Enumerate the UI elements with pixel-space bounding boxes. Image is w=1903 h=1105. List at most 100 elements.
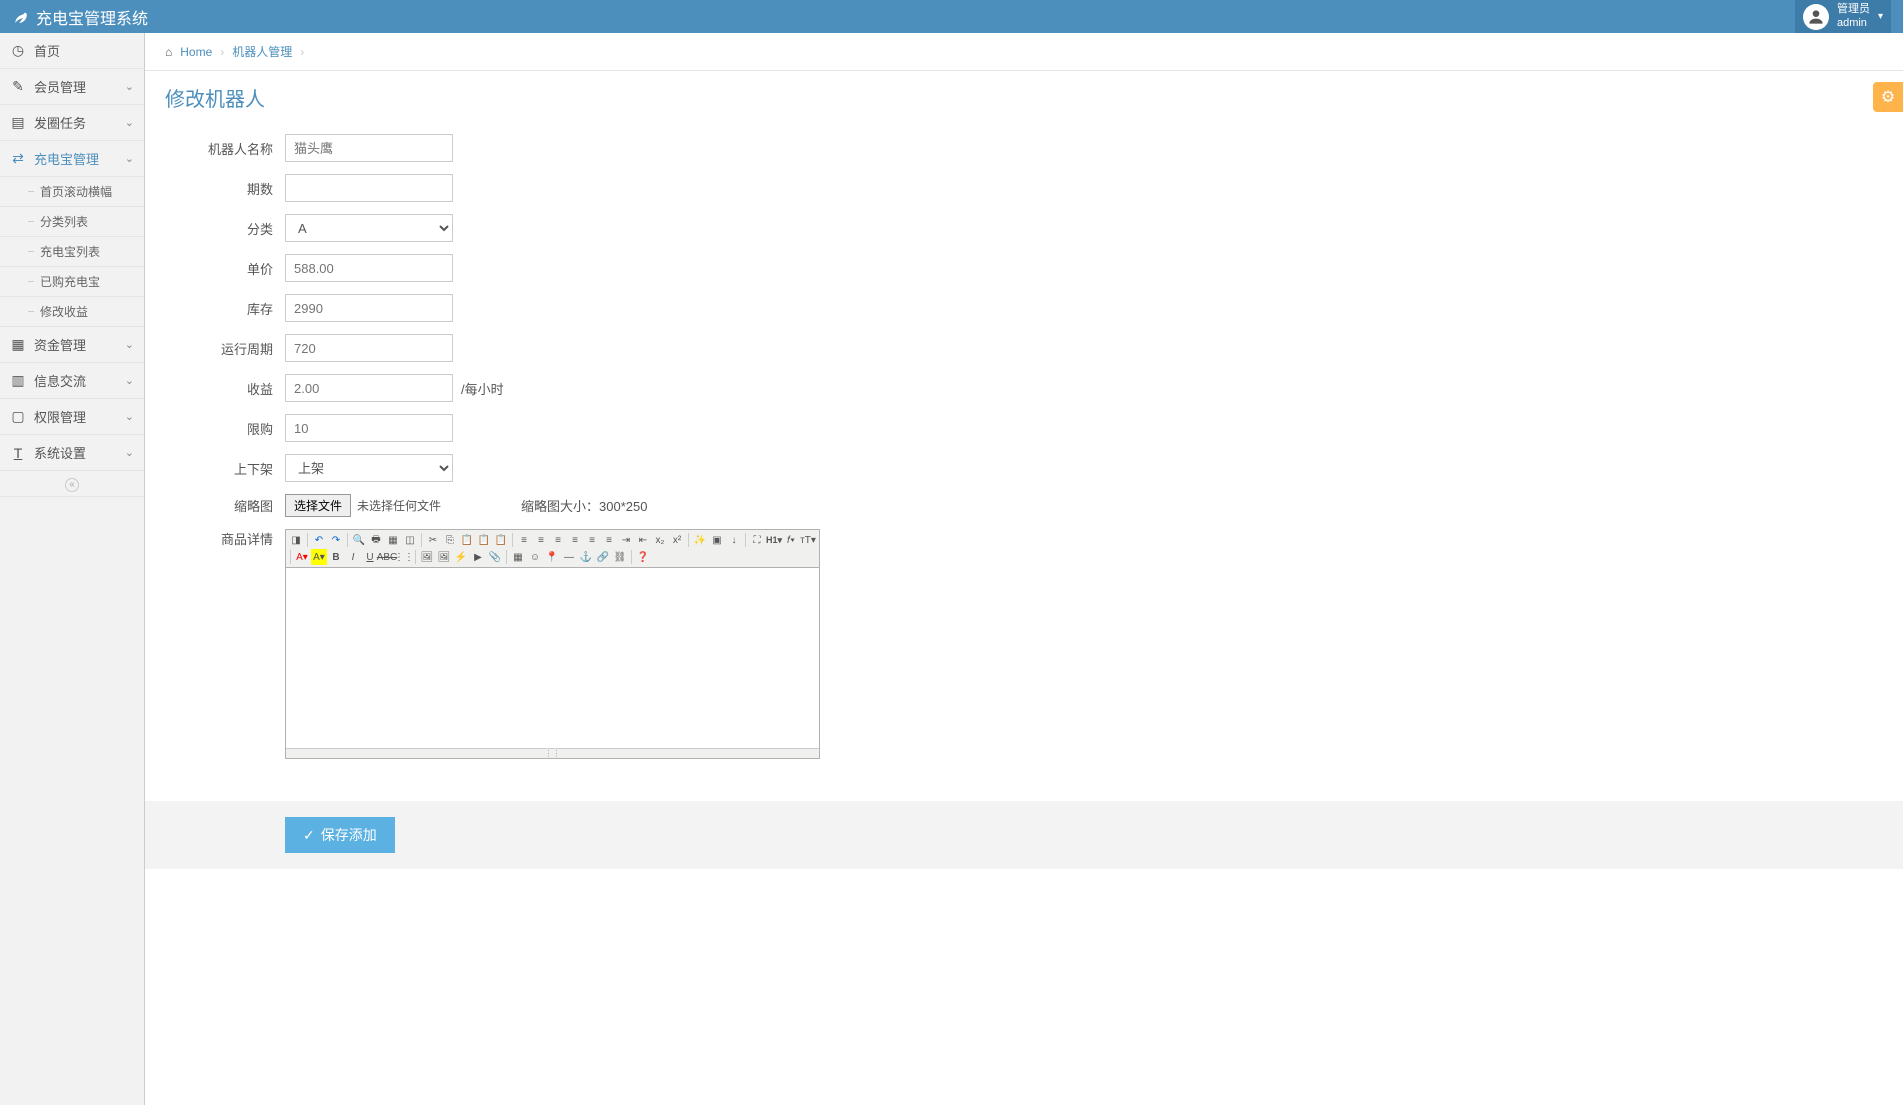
editor-resize[interactable]: ⋮⋮: [286, 748, 819, 758]
map-icon[interactable]: 📍: [544, 549, 560, 565]
chevron-down-icon: ⌄: [125, 116, 134, 129]
nav-member[interactable]: ✎会员管理⌄: [0, 69, 144, 105]
text-icon: T: [10, 445, 26, 461]
anchor-icon[interactable]: ⚓: [578, 549, 594, 565]
align-left-icon[interactable]: ≡: [516, 532, 532, 548]
italic-icon[interactable]: I: [345, 549, 361, 565]
unlink-icon[interactable]: ⛓: [612, 549, 628, 565]
income-suffix: /每小时: [461, 379, 504, 398]
select-icon[interactable]: ▣: [709, 532, 725, 548]
input-price[interactable]: [285, 254, 453, 282]
input-period[interactable]: [285, 174, 453, 202]
align-center-icon[interactable]: ≡: [533, 532, 549, 548]
underline-icon[interactable]: U: [362, 549, 378, 565]
label-period: 期数: [165, 179, 285, 198]
copy-icon[interactable]: ⎘: [442, 532, 458, 548]
paste-icon[interactable]: 📋: [459, 532, 475, 548]
sidebar-collapse[interactable]: «: [0, 471, 144, 497]
thumb-hint: 缩略图大小：300*250: [521, 496, 647, 515]
arrow-icon[interactable]: ↓: [726, 532, 742, 548]
nav-info[interactable]: ▥信息交流⌄: [0, 363, 144, 399]
nav-settings[interactable]: T系统设置⌄: [0, 435, 144, 471]
dashboard-icon: ◷: [10, 42, 26, 59]
nav-powerbank[interactable]: ⇄充电宝管理⌄: [0, 141, 144, 177]
caret-down-icon: ▾: [1878, 11, 1883, 22]
sup-icon[interactable]: x²: [669, 532, 685, 548]
strike-icon[interactable]: ABC: [379, 549, 395, 565]
form-actions: ✓保存添加: [145, 801, 1903, 869]
template-icon[interactable]: ▦: [385, 532, 401, 548]
undo-icon[interactable]: ↶: [311, 532, 327, 548]
chevron-down-icon: ⌄: [125, 374, 134, 387]
sub-banner[interactable]: 首页滚动横幅: [0, 177, 144, 207]
select-status[interactable]: 上架: [285, 454, 453, 482]
hr-icon[interactable]: —: [561, 549, 577, 565]
settings-gear[interactable]: ⚙: [1873, 82, 1903, 112]
label-detail: 商品详情: [165, 529, 285, 548]
file-icon[interactable]: 📎: [487, 549, 503, 565]
input-stock[interactable]: [285, 294, 453, 322]
media-icon[interactable]: ▶: [470, 549, 486, 565]
fullscreen-icon[interactable]: ⛶: [749, 532, 765, 548]
user-label: 管理员 admin: [1837, 3, 1870, 29]
home-icon: ⌂: [165, 45, 172, 59]
bold-icon[interactable]: B: [328, 549, 344, 565]
file-icon: ▢: [10, 408, 26, 425]
editor-content[interactable]: [286, 568, 819, 748]
nav-task[interactable]: ▤发圈任务⌄: [0, 105, 144, 141]
save-button[interactable]: ✓保存添加: [285, 817, 395, 853]
sub-income[interactable]: 修改收益: [0, 297, 144, 327]
user-menu[interactable]: 管理员 admin ▾: [1795, 0, 1891, 33]
redo-icon[interactable]: ↷: [328, 532, 344, 548]
print-icon[interactable]: 🖶: [368, 532, 384, 548]
input-income[interactable]: [285, 374, 453, 402]
align-right-icon[interactable]: ≡: [550, 532, 566, 548]
align-justify-icon[interactable]: ≡: [567, 532, 583, 548]
label-thumb: 缩略图: [165, 496, 285, 515]
size-icon[interactable]: тT▾: [800, 532, 816, 548]
sub-list[interactable]: 充电宝列表: [0, 237, 144, 267]
about-icon[interactable]: ❓: [635, 549, 651, 565]
multi-image-icon[interactable]: 🖼: [436, 549, 452, 565]
list-ul-icon[interactable]: ≡: [601, 532, 617, 548]
sub-category[interactable]: 分类列表: [0, 207, 144, 237]
chevron-down-icon: ⌄: [125, 410, 134, 423]
grid-icon: ▥: [10, 372, 26, 389]
nav-permission[interactable]: ▢权限管理⌄: [0, 399, 144, 435]
nav-funds[interactable]: ▦资金管理⌄: [0, 327, 144, 363]
list-ol-icon[interactable]: ≡: [584, 532, 600, 548]
heading-icon[interactable]: H1▾: [766, 532, 782, 548]
emoji-icon[interactable]: ☺: [527, 549, 543, 565]
indent-icon[interactable]: ⇥: [618, 532, 634, 548]
code-icon[interactable]: ◫: [402, 532, 418, 548]
chars-icon[interactable]: ⋮⋮: [396, 549, 412, 565]
input-limit[interactable]: [285, 414, 453, 442]
breadcrumb-current[interactable]: 机器人管理: [232, 43, 292, 60]
cut-icon[interactable]: ✂: [425, 532, 441, 548]
rich-editor: ◨ ↶ ↷ 🔍 🖶 ▦ ◫ ✂ ⎘ 📋 📋 📋 ≡ ≡: [285, 529, 820, 759]
font-icon[interactable]: 𝑓▾: [783, 532, 799, 548]
select-category[interactable]: A: [285, 214, 453, 242]
sub-purchased[interactable]: 已购充电宝: [0, 267, 144, 297]
color-icon[interactable]: A▾: [294, 549, 310, 565]
preview-icon[interactable]: 🔍: [351, 532, 367, 548]
flash-icon[interactable]: ⚡: [453, 549, 469, 565]
bgcolor-icon[interactable]: A▾: [311, 549, 327, 565]
chevron-down-icon: ⌄: [125, 338, 134, 351]
input-cycle[interactable]: [285, 334, 453, 362]
paste-text-icon[interactable]: 📋: [476, 532, 492, 548]
breadcrumb-home[interactable]: Home: [180, 45, 212, 59]
brand-text: 充电宝管理系统: [36, 5, 148, 29]
source-icon[interactable]: ◨: [288, 532, 304, 548]
image-icon[interactable]: 🖼: [419, 549, 435, 565]
clear-icon[interactable]: ✨: [692, 532, 708, 548]
link-icon[interactable]: 🔗: [595, 549, 611, 565]
outdent-icon[interactable]: ⇤: [635, 532, 651, 548]
paste-word-icon[interactable]: 📋: [493, 532, 509, 548]
sub-icon[interactable]: x₂: [652, 532, 668, 548]
input-name[interactable]: [285, 134, 453, 162]
table-icon[interactable]: ▦: [510, 549, 526, 565]
file-button[interactable]: 选择文件: [285, 494, 351, 517]
nav-home[interactable]: ◷首页: [0, 33, 144, 69]
label-cycle: 运行周期: [165, 339, 285, 358]
